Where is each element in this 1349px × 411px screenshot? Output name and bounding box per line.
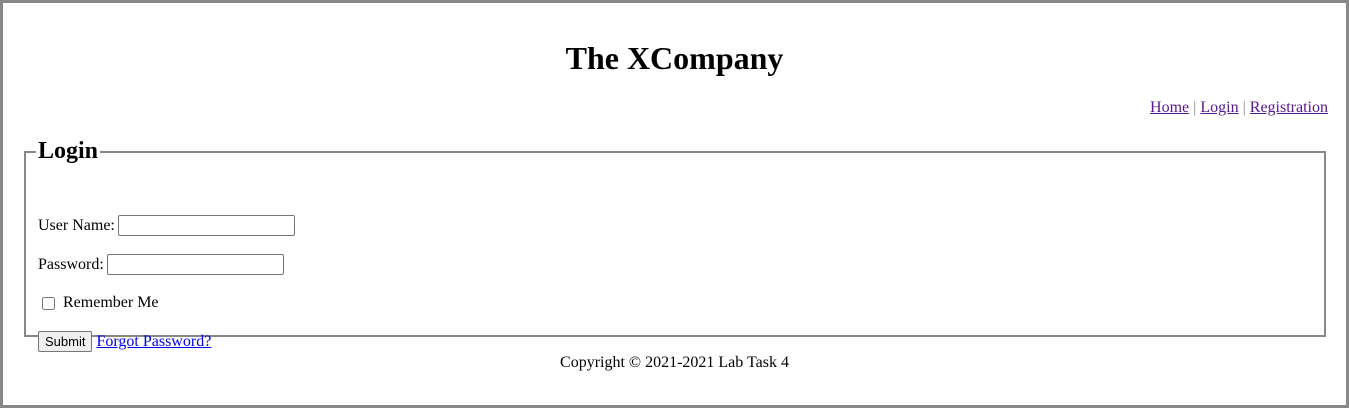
username-label: User Name: bbox=[38, 216, 115, 234]
submit-button[interactable]: Submit bbox=[38, 331, 93, 352]
page-title: The XCompany bbox=[565, 40, 784, 76]
login-legend: Login bbox=[38, 138, 99, 164]
nav-registration-link[interactable]: Registration bbox=[1250, 99, 1328, 116]
password-row: Password: bbox=[38, 254, 284, 275]
forgot-password-link[interactable]: Forgot Password? bbox=[96, 333, 211, 351]
remember-row: Remember Me bbox=[38, 294, 162, 312]
footer-copyright: Copyright © 2021-2021 Lab Task 4 bbox=[560, 354, 789, 371]
top-nav: Home | Login | Registration bbox=[1150, 99, 1328, 117]
nav-separator: | bbox=[1242, 99, 1246, 116]
password-input[interactable] bbox=[106, 254, 284, 275]
nav-separator: | bbox=[1193, 99, 1197, 116]
login-fieldset: Login User Name: Password: Remember Me S… bbox=[24, 138, 1326, 352]
password-label: Password: bbox=[38, 255, 104, 273]
remember-me-checkbox[interactable] bbox=[42, 296, 55, 310]
username-input[interactable] bbox=[117, 215, 295, 236]
username-row: User Name: bbox=[38, 215, 295, 236]
nav-home-link[interactable]: Home bbox=[1150, 99, 1189, 116]
remember-me-label: Remember Me bbox=[63, 294, 159, 311]
nav-login-link[interactable]: Login bbox=[1200, 99, 1238, 116]
actions-row: Submit Forgot Password? bbox=[38, 331, 211, 352]
